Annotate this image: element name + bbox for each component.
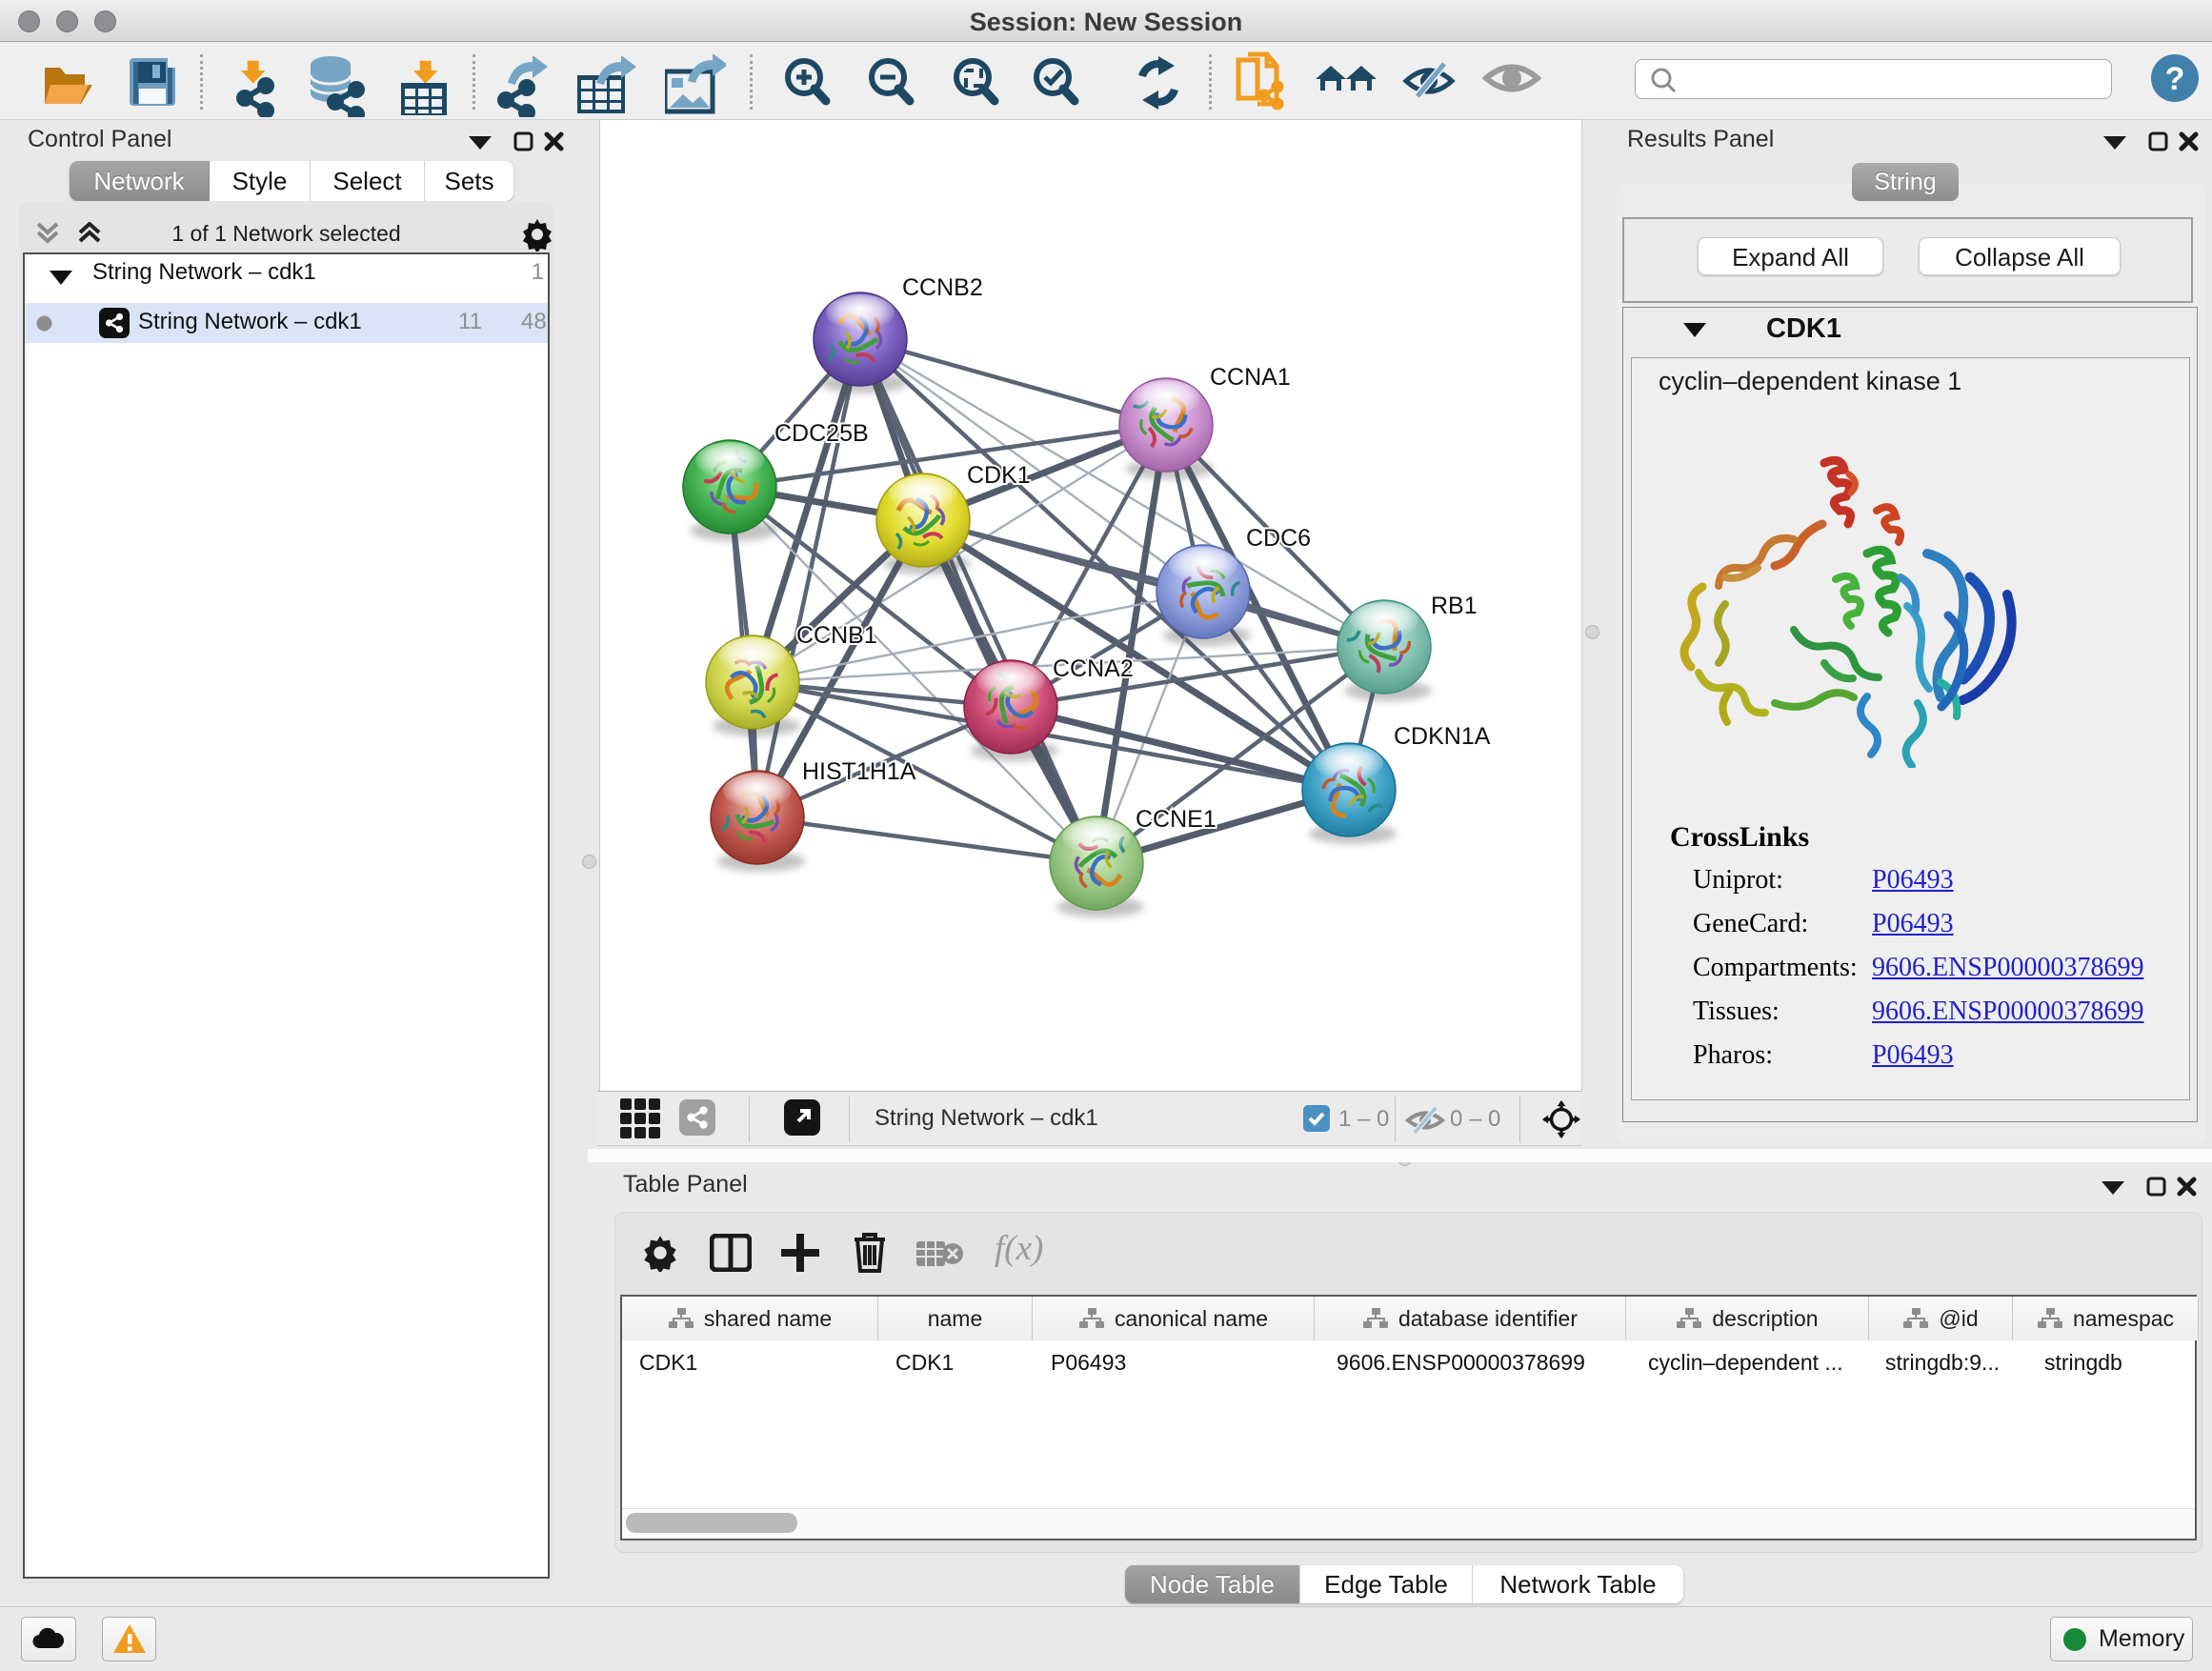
svg-text:CDC6: CDC6 xyxy=(1246,525,1311,552)
svg-text:CCNB2: CCNB2 xyxy=(902,274,983,301)
svg-text:?: ? xyxy=(2165,61,2185,97)
svg-text:CDK1: CDK1 xyxy=(967,462,1031,489)
svg-text:HIST1H1A: HIST1H1A xyxy=(802,758,916,785)
svg-text:CCNA1: CCNA1 xyxy=(1210,364,1291,391)
svg-text:RB1: RB1 xyxy=(1431,593,1478,619)
svg-text:CDC25B: CDC25B xyxy=(774,420,869,447)
svg-text:CCNE1: CCNE1 xyxy=(1136,806,1217,833)
svg-text:CCNA2: CCNA2 xyxy=(1053,655,1134,682)
svg-text:CCNB1: CCNB1 xyxy=(796,622,877,649)
svg-text:CDKN1A: CDKN1A xyxy=(1394,723,1491,750)
